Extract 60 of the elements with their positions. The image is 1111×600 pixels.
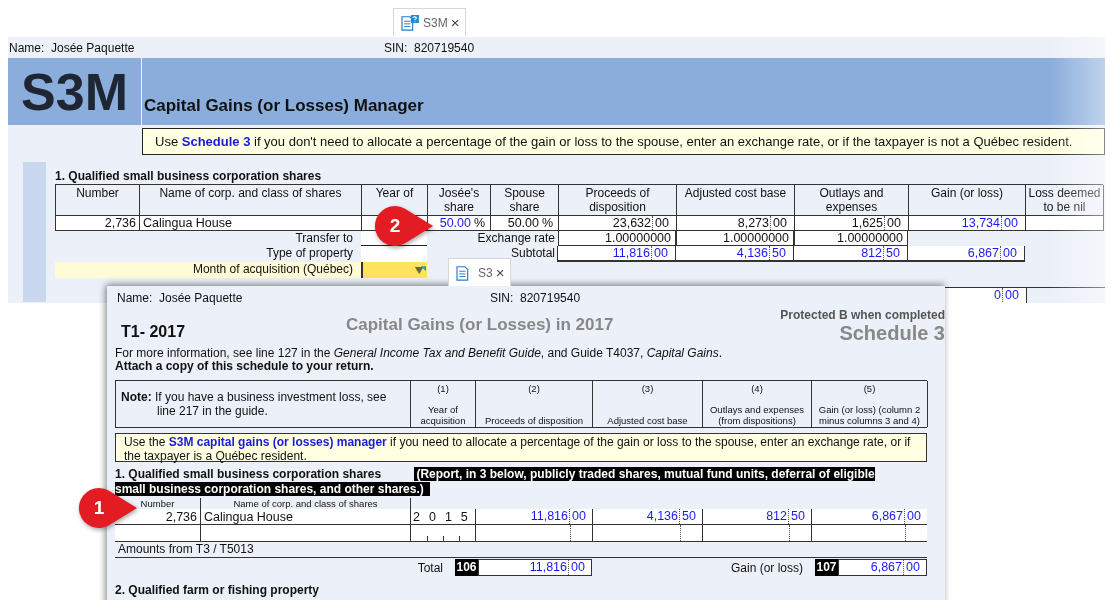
column-header: (5) Gain (or loss) (column 2 minus columns 3 and 4)	[812, 381, 928, 427]
section-title: 1. Qualified small business corporation shares	[55, 168, 323, 184]
table-cell: Calingua House	[200, 509, 410, 525]
column-header: Number	[139, 498, 176, 509]
column-header: (3) Adjusted cost base	[593, 381, 703, 427]
close-icon[interactable]: ×	[495, 264, 505, 281]
year-field[interactable]: 2015	[410, 509, 475, 525]
column-header: (2) Proceeds of disposition	[476, 381, 593, 427]
amount-cell: 11,816 00	[558, 246, 675, 260]
table-cell: 1.00000000	[558, 231, 676, 246]
field-label: Transfer to	[294, 231, 354, 246]
table-cell: 1.00000000	[676, 231, 794, 246]
input-field[interactable]	[361, 246, 427, 262]
help-document-icon	[400, 14, 420, 31]
taxpayer-name: Name: Josée Paquette	[9, 40, 136, 55]
dropdown-arrow-icon	[414, 265, 426, 275]
section-title: 1. Qualified small business corporation shares	[115, 467, 382, 481]
note-text: Use Schedule 3 if you don't need to allocate a percentage of the gain or loss to the spouse, enter an exchange rate, or if the taxpayer is not a Québec resident.	[155, 134, 1073, 149]
sin-number: SIN: 820719540	[490, 291, 581, 305]
subtotal-label: Subtotal	[509, 246, 556, 262]
field-label: Type of property	[265, 246, 354, 262]
tab[interactable]: S3 ×	[448, 258, 512, 286]
manager-link[interactable]: S3M capital gains (or losses) manager	[168, 435, 387, 449]
form-title: Capital Gains (or Losses) in 2017	[346, 315, 615, 336]
amount-cell: 11,816 00	[479, 560, 591, 575]
year-field[interactable]	[410, 525, 475, 541]
note-text: Use the S3M capital gains (or losses) manager if you need to allocate a percentage of the gain or loss to the spouse, enter an exchange rate, or if the taxpayer is a Québec resident.	[124, 435, 911, 463]
amount-cell: 6,867 00	[839, 560, 926, 575]
info-text: For more information, see line 127 in the General Income Tax and Benefit Guide, and Guide T4037, Capital Gains.	[115, 347, 724, 360]
attach-text: Attach a copy of this schedule to your return.	[115, 360, 375, 373]
form-title: Capital Gains (or Losses) Manager	[144, 96, 424, 116]
schedule-label: Schedule 3	[839, 322, 945, 345]
section-title: 2. Qualified farm or fishing property	[115, 583, 321, 597]
form-code: S3M	[8, 58, 141, 125]
taxpayer-name: Name: Josée Paquette	[117, 291, 244, 305]
close-icon[interactable]: ×	[450, 14, 460, 31]
note-text: Note: If you have a business investment loss, see line 217 in the guide.	[121, 390, 388, 418]
exchange-rate-label: Exchange rate	[476, 231, 556, 246]
form-id: T1- 2017	[121, 323, 187, 342]
gain-label: Gain (or loss)	[729, 560, 804, 575]
protected-label: Protected B when completed	[780, 308, 945, 322]
schedule-link[interactable]: Schedule 3	[181, 134, 251, 149]
line-code: 107	[815, 559, 838, 576]
amounts-label: Amounts from T3 / T5013	[115, 542, 927, 558]
sin-number: SIN: 820719540	[384, 40, 475, 55]
table-cell: 2,736	[56, 216, 140, 231]
column-header: (1) Year of acquisition	[411, 381, 476, 427]
dropdown-field[interactable]	[361, 262, 427, 278]
amount-cell: 6,867 00	[908, 246, 1024, 260]
percent-cell: 50.00 %	[491, 216, 559, 231]
tab[interactable]: S3M ×	[393, 8, 467, 36]
field-label: Month of acquisition (Québec)	[55, 262, 361, 278]
total-label: Total	[416, 560, 444, 575]
table-cell: Calingua House	[140, 216, 362, 231]
amount-cell: 4,136 50	[676, 246, 793, 260]
percent-cell: 50.00 %	[428, 216, 491, 231]
amount-cell: 812 50	[794, 246, 907, 260]
line-code: 106	[455, 559, 478, 576]
column-header: (4) Outlays and expenses (from dispositions)	[703, 381, 812, 427]
table-cell: 1.00000000	[794, 231, 908, 246]
